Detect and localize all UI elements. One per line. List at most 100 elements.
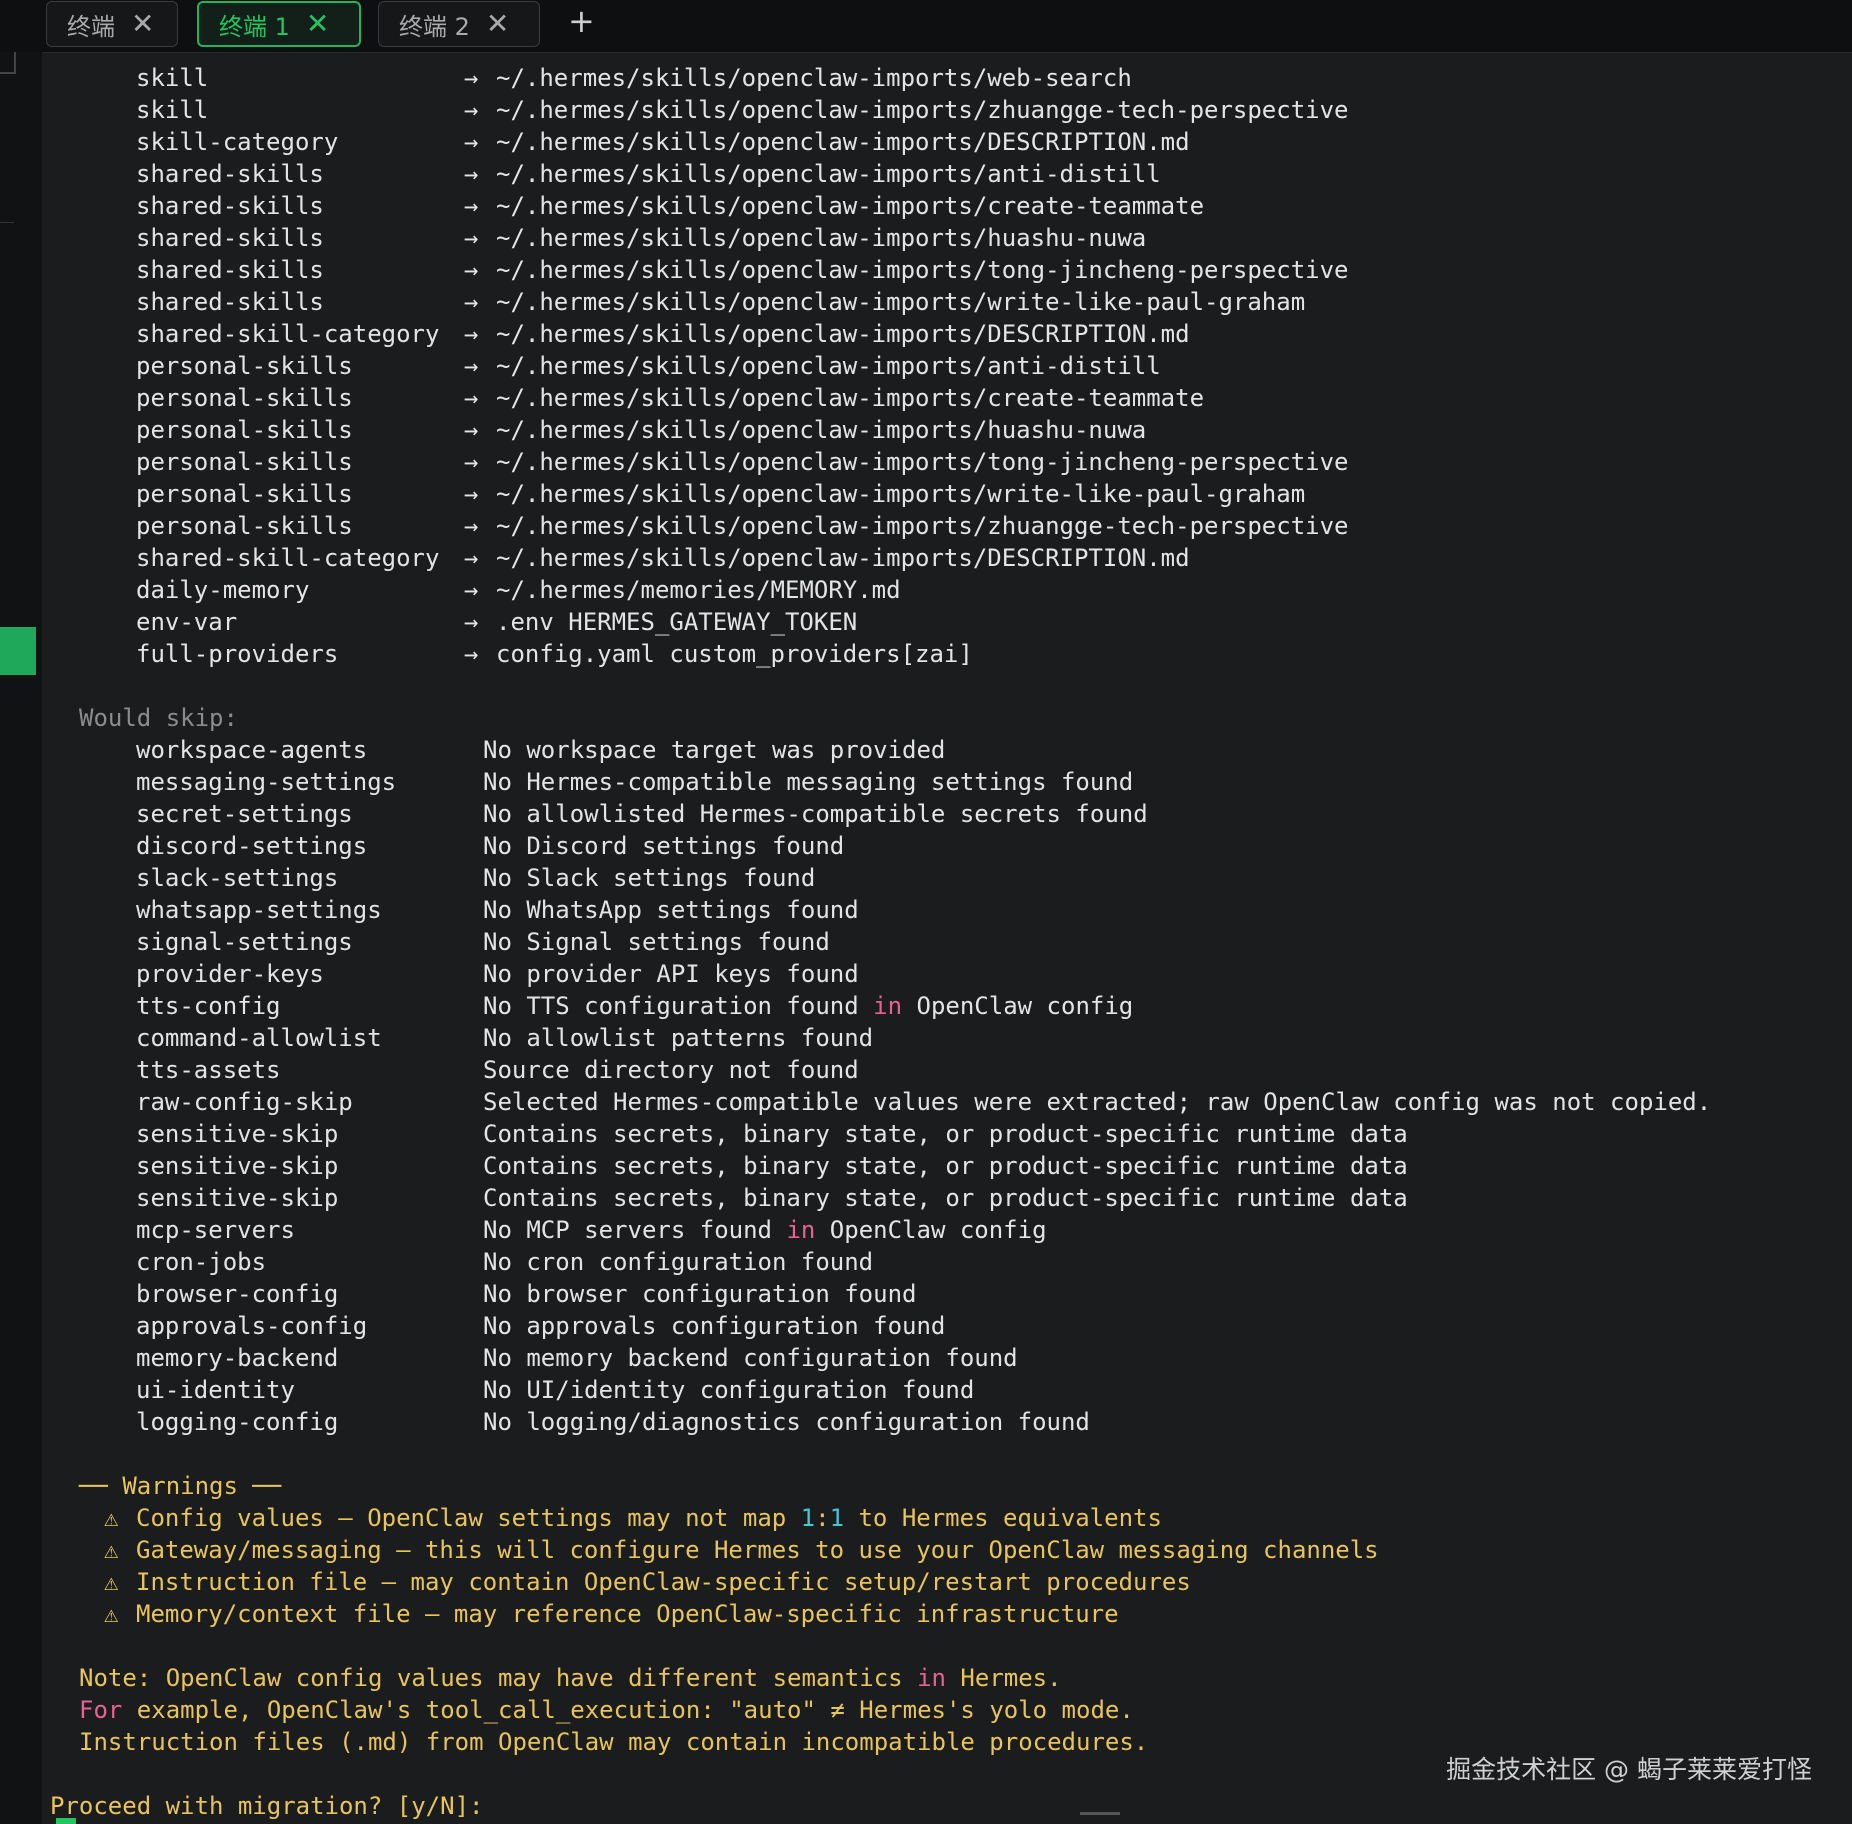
skip-heading-text: Would skip: — [79, 704, 238, 732]
skip-reason: No Hermes-compatible messaging settings … — [483, 768, 1134, 796]
mapping-target: ~/.hermes/skills/openclaw-imports/DESCRI… — [496, 544, 1190, 572]
sidebar-frame-edge — [0, 52, 16, 74]
tab-terminal[interactable]: 终端 ✕ — [46, 1, 178, 47]
mapping-key: shared-skills — [136, 288, 324, 316]
mapping-target: ~/.hermes/skills/openclaw-imports/DESCRI… — [496, 128, 1190, 156]
mapping-row: personal-skills → ~/.hermes/skills/opencla… — [42, 382, 1832, 414]
skip-row: messaging-settings No Hermes-compatible m… — [42, 766, 1832, 798]
plus-icon[interactable]: + — [568, 2, 595, 40]
skip-row: cron-jobs No cron configuration found — [42, 1246, 1832, 1278]
mapping-key: skill — [136, 64, 209, 92]
skip-key: command-allowlist — [136, 1024, 382, 1052]
skip-key: logging-config — [136, 1408, 339, 1436]
mapping-key: daily-memory — [136, 576, 310, 604]
skip-reason: Contains secrets, binary state, or produ… — [483, 1184, 1408, 1212]
skip-row: sensitive-skip Contains secrets, binary s… — [42, 1150, 1832, 1182]
skip-row: approvals-config No approvals configurati… — [42, 1310, 1832, 1342]
skip-reason: No TTS configuration found in OpenClaw c… — [483, 990, 1133, 1022]
skip-key: discord-settings — [136, 832, 368, 860]
mapping-target: ~/.hermes/skills/openclaw-imports/tong-j… — [496, 256, 1349, 284]
mapping-key: shared-skills — [136, 256, 324, 284]
arrow-icon: → — [464, 640, 479, 668]
reason-text: OpenClaw config — [815, 1216, 1047, 1244]
arrow-icon: → — [464, 64, 479, 92]
mapping-key: shared-skills — [136, 224, 324, 252]
mapping-row: env-var → .env HERMES_GATEWAY_TOKEN — [42, 606, 1832, 638]
close-icon[interactable]: ✕ — [486, 10, 509, 38]
skip-key: secret-settings — [136, 800, 353, 828]
ratio-number: 1 — [800, 1504, 816, 1532]
skip-row: discord-settings No Discord settings foun… — [42, 830, 1832, 862]
reason-text: OpenClaw config — [902, 992, 1134, 1020]
warning-part: Config values — OpenClaw settings may no… — [136, 1504, 801, 1532]
skip-key: messaging-settings — [136, 768, 397, 796]
note-part: Note: OpenClaw config values may have di… — [79, 1664, 918, 1692]
keyword-in: in — [917, 1664, 946, 1692]
reason-text: No MCP servers found — [483, 1216, 787, 1244]
warning-row: ⚠ Gateway/messaging — this will configure… — [42, 1534, 1832, 1566]
skip-reason: Contains secrets, binary state, or produ… — [483, 1120, 1408, 1148]
skip-reason: No Signal settings found — [483, 928, 830, 956]
note-part: Hermes. — [945, 1664, 1062, 1692]
arrow-icon: → — [464, 160, 479, 188]
skip-row: memory-backend No memory backend configur… — [42, 1342, 1832, 1374]
cursor — [56, 1818, 76, 1824]
mapping-target: config.yaml custom_providers[zai] — [496, 640, 973, 668]
mapping-row: shared-skills → ~/.hermes/skills/openclaw-… — [42, 222, 1832, 254]
warning-row: ⚠ Instruction file — may contain OpenClaw… — [42, 1566, 1832, 1598]
skip-row: whatsapp-settings No WhatsApp settings fo… — [42, 894, 1832, 926]
mapping-target: .env HERMES_GATEWAY_TOKEN — [496, 608, 858, 636]
mapping-target: ~/.hermes/skills/openclaw-imports/write-… — [496, 288, 1306, 316]
skip-row: workspace-agents No workspace target was … — [42, 734, 1832, 766]
tab-terminal-2[interactable]: 终端 2 ✕ — [378, 1, 540, 47]
arrow-icon: → — [464, 192, 479, 220]
close-icon[interactable]: ✕ — [131, 10, 154, 38]
mapping-key: personal-skills — [136, 384, 353, 412]
sidebar-divider — [0, 168, 14, 223]
ratio-number: 1 — [829, 1504, 845, 1532]
mapping-key: shared-skills — [136, 192, 324, 220]
skip-key: workspace-agents — [136, 736, 368, 764]
skip-row: tts-assets Source directory not found — [42, 1054, 1832, 1086]
migration-prompt[interactable]: Proceed with migration? [y/N]: — [50, 1790, 483, 1822]
mapping-row: skill → ~/.hermes/skills/openclaw-imports/… — [42, 62, 1832, 94]
skip-reason: No provider API keys found — [483, 960, 859, 988]
mapping-target: ~/.hermes/skills/openclaw-imports/anti-d… — [496, 352, 1161, 380]
skip-row: provider-keys No provider API keys found — [42, 958, 1832, 990]
skip-reason: Selected Hermes-compatible values were e… — [483, 1088, 1712, 1116]
mapping-row: shared-skills → ~/.hermes/skills/openclaw-… — [42, 158, 1832, 190]
skip-reason: No MCP servers found in OpenClaw config — [483, 1214, 1047, 1246]
keyword-for: For — [79, 1696, 123, 1724]
tab-terminal-1[interactable]: 终端 1 ✕ — [197, 1, 361, 47]
skip-row: logging-config No logging/diagnostics con… — [42, 1406, 1832, 1438]
skip-key: sensitive-skip — [136, 1184, 339, 1212]
warning-part: to Hermes equivalents — [844, 1504, 1162, 1532]
mapping-row: personal-skills → ~/.hermes/skills/opencla… — [42, 414, 1832, 446]
skip-key: mcp-servers — [136, 1216, 295, 1244]
arrow-icon: → — [464, 448, 479, 476]
arrow-icon: → — [464, 608, 479, 636]
mapping-key: personal-skills — [136, 448, 353, 476]
reason-text: No TTS configuration found — [483, 992, 874, 1020]
skip-reason: No cron configuration found — [483, 1248, 874, 1276]
note-line: For example, OpenClaw's tool_call_execut… — [42, 1694, 1832, 1726]
note-text: Note: OpenClaw config values may have di… — [79, 1662, 1062, 1694]
skip-reason: No UI/identity configuration found — [483, 1376, 975, 1404]
skip-key: sensitive-skip — [136, 1120, 339, 1148]
skip-row: ui-identity No UI/identity configuration … — [42, 1374, 1832, 1406]
close-icon[interactable]: ✕ — [306, 10, 329, 38]
skip-reason: No memory backend configuration found — [483, 1344, 1018, 1372]
skip-reason: No workspace target was provided — [483, 736, 946, 764]
warning-text: Instruction file — may contain OpenClaw-… — [136, 1568, 1191, 1596]
arrow-icon: → — [464, 288, 479, 316]
arrow-icon: → — [464, 128, 479, 156]
skip-key: cron-jobs — [136, 1248, 267, 1276]
mapping-target: ~/.hermes/skills/openclaw-imports/web-se… — [496, 64, 1132, 92]
skip-row: browser-config No browser configuration f… — [42, 1278, 1832, 1310]
arrow-icon: → — [464, 576, 479, 604]
skip-reason: Source directory not found — [483, 1056, 859, 1084]
terminal-output[interactable]: skill → ~/.hermes/skills/openclaw-imports/… — [42, 52, 1852, 1824]
scrollbar-thumb[interactable] — [1080, 1812, 1120, 1815]
tab-label: 终端 2 — [399, 12, 470, 41]
mapping-key: full-providers — [136, 640, 339, 668]
